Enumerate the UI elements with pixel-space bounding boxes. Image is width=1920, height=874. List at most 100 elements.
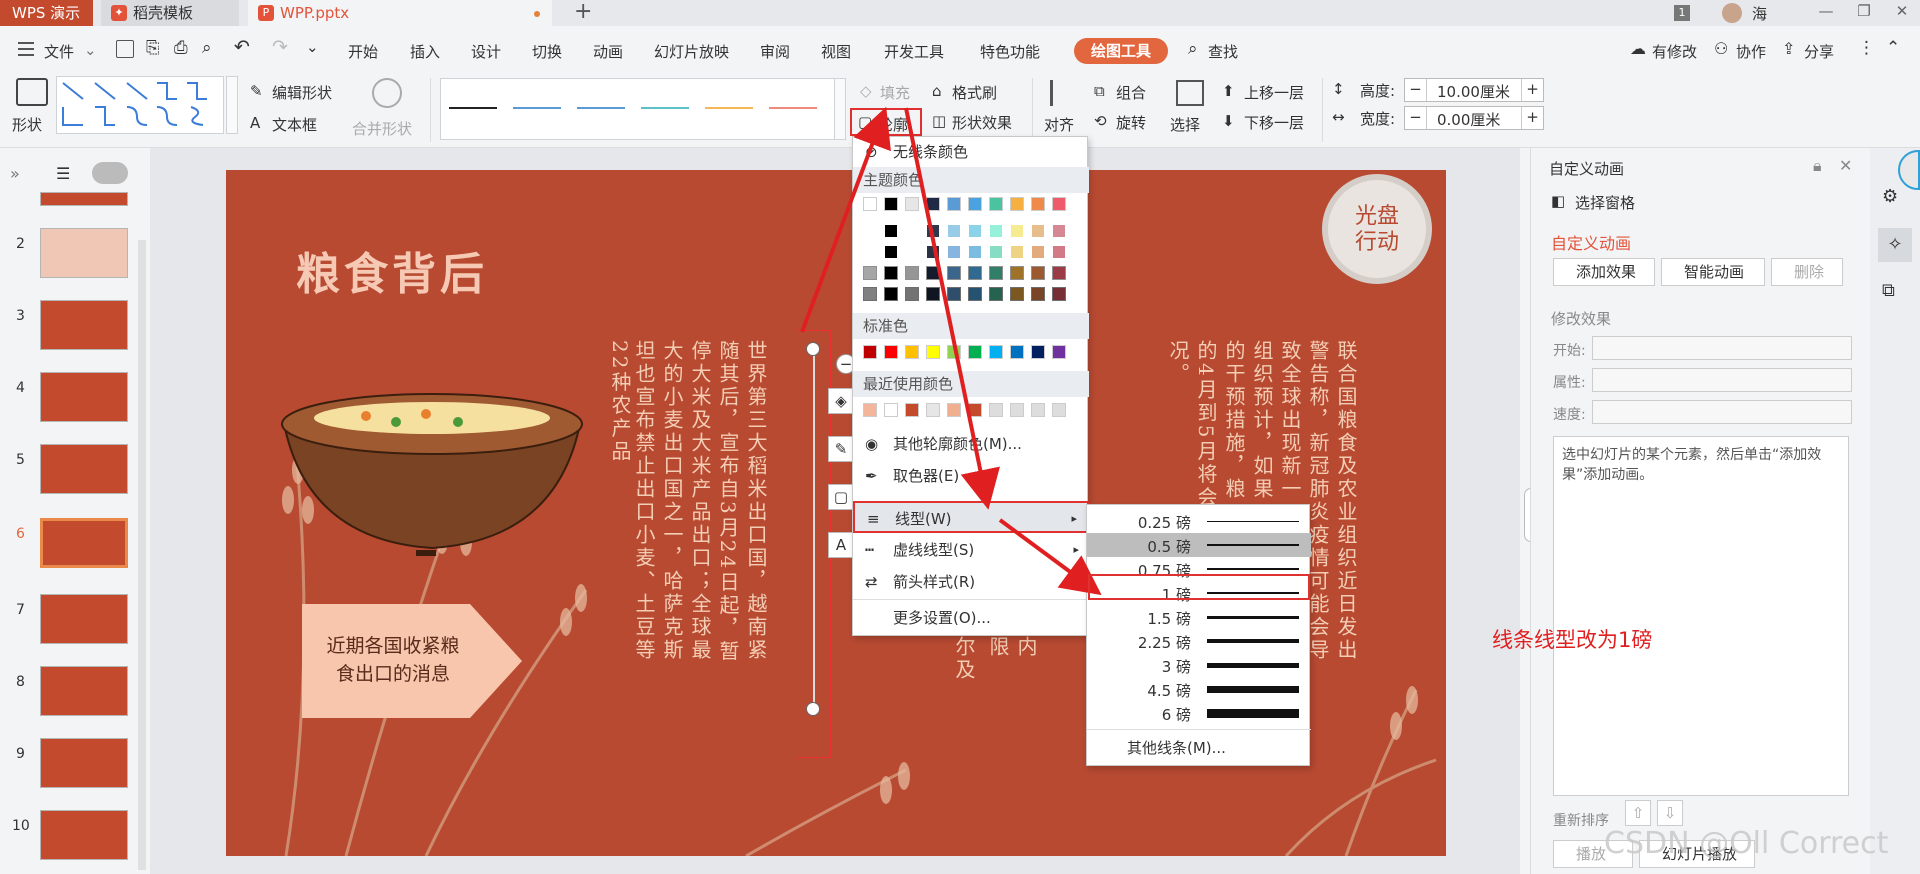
minimize-icon[interactable]: — bbox=[1814, 0, 1838, 24]
slide-thumbnail[interactable] bbox=[40, 666, 128, 716]
move-down-icon[interactable]: ⇩ bbox=[1657, 800, 1683, 826]
menu-insert[interactable]: 插入 bbox=[410, 41, 440, 62]
expand-icon[interactable]: » bbox=[10, 164, 20, 183]
close-pane-icon[interactable]: ✕ bbox=[1839, 156, 1852, 175]
arrow-style-item[interactable]: ⇄ 箭头样式(R) ▸ bbox=[853, 569, 1089, 595]
slide-thumbnail[interactable] bbox=[40, 300, 128, 350]
resize-handle[interactable] bbox=[806, 342, 820, 356]
smart-animation-button[interactable]: 智能动画 bbox=[1661, 258, 1765, 286]
theme-color-swatch[interactable] bbox=[1052, 224, 1066, 238]
decrease-height-button[interactable]: − bbox=[1405, 79, 1427, 101]
start-select[interactable] bbox=[1592, 336, 1852, 360]
logo-circle[interactable]: 光盘行动 bbox=[1322, 174, 1432, 284]
line-sample[interactable] bbox=[705, 107, 753, 109]
slide-thumbnail[interactable] bbox=[40, 738, 128, 788]
redo-icon[interactable]: ↷ bbox=[272, 36, 288, 58]
search-button[interactable]: 查找 bbox=[1208, 41, 1238, 62]
lock-icon[interactable]: 🔒︎ bbox=[1813, 156, 1822, 176]
theme-color-swatch[interactable] bbox=[926, 266, 940, 280]
body-text-column[interactable]: 坦也宣布禁止出口小麦、土豆等 bbox=[630, 340, 658, 662]
rotate-button[interactable]: 旋转 bbox=[1116, 112, 1146, 133]
tab-wpp-pptx[interactable]: P WPP.pptx bbox=[248, 0, 552, 26]
send-backward-button[interactable]: 下移一层 bbox=[1244, 112, 1304, 133]
group-button[interactable]: 组合 bbox=[1116, 82, 1146, 103]
slide-thumbnail[interactable] bbox=[40, 372, 128, 422]
menu-transition[interactable]: 切换 bbox=[532, 41, 562, 62]
body-text-column[interactable]: 联合国粮食及农业组织近日发出 bbox=[1332, 340, 1360, 662]
avatar[interactable] bbox=[1722, 3, 1742, 23]
more-outline-colors-item[interactable]: ◉ 其他轮廓颜色(M)... bbox=[853, 431, 1089, 457]
transition-icon[interactable]: ⧉ bbox=[1882, 280, 1895, 301]
line-weight-option[interactable]: 0.25 磅 bbox=[1087, 509, 1311, 533]
theme-color-swatch[interactable] bbox=[1052, 287, 1066, 301]
arrow-tag-shape[interactable]: 近期各国收紧粮食出口的消息 bbox=[302, 604, 522, 718]
standard-color-swatch[interactable] bbox=[863, 345, 877, 359]
recent-color-swatch[interactable] bbox=[1031, 403, 1045, 417]
modified-status[interactable]: 有修改 bbox=[1652, 41, 1697, 62]
menu-home[interactable]: 开始 bbox=[348, 41, 378, 62]
line-weight-option[interactable]: 3 磅 bbox=[1087, 653, 1311, 677]
line-sample[interactable] bbox=[577, 107, 625, 109]
theme-color-swatch[interactable] bbox=[926, 245, 940, 259]
undo-icon[interactable]: ↶ bbox=[234, 36, 250, 58]
frame-icon[interactable]: ▢ bbox=[828, 484, 854, 510]
theme-color-swatch[interactable] bbox=[926, 287, 940, 301]
align-button[interactable]: 对齐 bbox=[1044, 114, 1074, 135]
standard-color-swatch[interactable] bbox=[905, 345, 919, 359]
dash-type-item[interactable]: ┅ 虚线线型(S) ▸ bbox=[853, 537, 1089, 563]
theme-color-swatch[interactable] bbox=[905, 245, 919, 259]
body-text-column[interactable]: 的4月到5月将会 bbox=[1192, 340, 1220, 509]
theme-color-swatch[interactable] bbox=[1052, 197, 1066, 211]
more-options-icon[interactable]: ⋮ bbox=[1858, 38, 1875, 58]
animation-icon[interactable]: ✧ bbox=[1878, 228, 1912, 262]
layers-icon[interactable]: ◈ bbox=[828, 388, 854, 414]
gallery-scroll[interactable] bbox=[226, 76, 238, 134]
body-text-column[interactable]: 组织预计，如果 bbox=[1248, 340, 1276, 501]
theme-color-swatch[interactable] bbox=[884, 224, 898, 238]
theme-color-swatch[interactable] bbox=[863, 266, 877, 280]
theme-color-swatch[interactable] bbox=[1031, 197, 1045, 211]
recent-color-swatch[interactable] bbox=[926, 403, 940, 417]
height-value[interactable]: 10.00厘米 bbox=[1437, 81, 1510, 102]
theme-color-swatch[interactable] bbox=[905, 224, 919, 238]
textbox-button[interactable]: 文本框 bbox=[272, 114, 317, 135]
shape-effects-button[interactable]: 形状效果 bbox=[952, 112, 1012, 133]
theme-color-swatch[interactable] bbox=[947, 197, 961, 211]
theme-color-swatch[interactable] bbox=[1010, 245, 1024, 259]
body-text-column[interactable]: 22种农产品 bbox=[606, 340, 634, 463]
new-tab-button[interactable]: + bbox=[574, 0, 592, 24]
width-value[interactable]: 0.00厘米 bbox=[1437, 109, 1500, 130]
theme-color-swatch[interactable] bbox=[968, 224, 982, 238]
increase-width-button[interactable]: + bbox=[1521, 107, 1543, 129]
theme-color-swatch[interactable] bbox=[947, 266, 961, 280]
user-name[interactable]: 海 bbox=[1752, 3, 1767, 24]
theme-color-swatch[interactable] bbox=[989, 197, 1003, 211]
pen-icon[interactable]: ✎ bbox=[828, 436, 854, 462]
theme-color-swatch[interactable] bbox=[1010, 197, 1024, 211]
theme-color-swatch[interactable] bbox=[863, 245, 877, 259]
line-weight-option[interactable]: 0.5 磅 bbox=[1087, 533, 1311, 557]
theme-color-swatch[interactable] bbox=[884, 245, 898, 259]
close-icon[interactable]: ✕ bbox=[1890, 0, 1914, 24]
speed-select[interactable] bbox=[1592, 400, 1852, 424]
standard-color-swatch[interactable] bbox=[1031, 345, 1045, 359]
no-line-color-item[interactable]: ⊘ 无线条颜色 bbox=[853, 139, 1089, 165]
pane-header[interactable]: 自定义动画 bbox=[1549, 158, 1624, 179]
recent-color-swatch[interactable] bbox=[968, 403, 982, 417]
merge-shape-button[interactable]: 合并形状 bbox=[352, 118, 412, 139]
window-count-badge[interactable]: 1 bbox=[1674, 5, 1690, 21]
theme-color-swatch[interactable] bbox=[863, 287, 877, 301]
decrease-width-button[interactable]: − bbox=[1405, 107, 1427, 129]
standard-color-swatch[interactable] bbox=[947, 345, 961, 359]
export-icon[interactable]: ⎘ bbox=[146, 38, 160, 58]
body-text-column[interactable]: 况。 bbox=[1164, 340, 1192, 386]
add-effect-button[interactable]: 添加效果 bbox=[1553, 258, 1655, 286]
line-weight-option[interactable]: 4.5 磅 bbox=[1087, 677, 1311, 701]
theme-color-swatch[interactable] bbox=[1031, 245, 1045, 259]
line-sample[interactable] bbox=[641, 107, 689, 109]
theme-color-swatch[interactable] bbox=[968, 266, 982, 280]
line-sample[interactable] bbox=[513, 107, 561, 109]
shape-icon[interactable] bbox=[16, 78, 48, 106]
outline-button[interactable]: ▢ 轮廓 bbox=[850, 108, 922, 136]
recent-color-row[interactable] bbox=[853, 401, 1089, 421]
